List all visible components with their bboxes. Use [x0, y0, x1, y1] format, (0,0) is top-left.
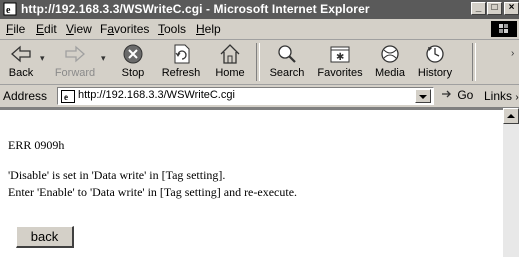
toolbar-separator-end	[472, 43, 476, 81]
refresh-button[interactable]: Refresh	[156, 40, 206, 84]
stop-label: Stop	[121, 67, 145, 79]
svg-text:e: e	[64, 92, 68, 102]
back-button[interactable]: Back	[2, 40, 40, 84]
minimize-button[interactable]: _	[471, 2, 486, 15]
standard-toolbar: Back ▾ Forward ▾ Stop Refresh Home Searc…	[0, 40, 519, 85]
address-label: Address	[3, 89, 48, 103]
forward-arrow-icon	[65, 45, 85, 63]
address-bar: Address e http://192.168.3.3/WSWriteC.cg…	[0, 85, 519, 108]
go-label: Go	[457, 88, 474, 102]
back-label: Back	[8, 67, 34, 79]
menu-favorites[interactable]: Favorites	[100, 22, 149, 36]
media-button[interactable]: Media	[370, 40, 410, 84]
search-icon	[278, 45, 296, 63]
address-input[interactable]: e http://192.168.3.3/WSWriteC.cgi	[57, 87, 434, 105]
search-button[interactable]: Search	[262, 40, 312, 84]
refresh-icon	[174, 44, 190, 64]
back-arrow-icon	[11, 45, 31, 63]
menu-file[interactable]: File	[6, 22, 25, 36]
address-url: http://192.168.3.3/WSWriteC.cgi	[78, 89, 235, 101]
favorites-button[interactable]: ✱ Favorites	[312, 40, 368, 84]
page-content: ERR 0909h 'Disable' is set in 'Data writ…	[0, 108, 503, 257]
forward-dropdown-icon[interactable]: ▾	[101, 53, 106, 64]
svg-text:✱: ✱	[336, 52, 344, 63]
history-label: History	[417, 67, 453, 79]
menu-edit[interactable]: Edit	[36, 22, 57, 36]
windows-flag-icon	[491, 21, 517, 37]
toolbar-separator	[256, 43, 260, 81]
back-page-button[interactable]: back	[16, 226, 74, 248]
error-message-line-2: Enter 'Enable' to 'Data write' in [Tag s…	[8, 185, 298, 199]
go-arrow-icon	[442, 90, 451, 98]
home-label: Home	[215, 67, 245, 79]
error-code: ERR 0909h	[8, 138, 65, 152]
history-clock-icon	[426, 45, 444, 63]
maximize-button[interactable]: □	[487, 2, 502, 15]
favorites-label: Favorites	[317, 67, 363, 79]
menu-bar: File Edit View Favorites Tools Help	[0, 19, 519, 40]
home-icon	[220, 44, 240, 64]
browser-window: e http://192.168.3.3/WSWriteC.cgi - Micr…	[0, 0, 519, 257]
stop-button[interactable]: Stop	[112, 40, 154, 84]
window-title: http://192.168.3.3/WSWriteC.cgi - Micros…	[21, 2, 370, 16]
address-dropdown-button[interactable]	[415, 89, 431, 103]
refresh-label: Refresh	[161, 67, 201, 79]
chevron-down-icon	[419, 95, 427, 99]
chevron-up-icon	[507, 114, 515, 118]
menu-tools[interactable]: Tools	[158, 22, 186, 36]
menu-help[interactable]: Help	[196, 22, 221, 36]
ie-page-icon: e	[3, 2, 17, 16]
toolbar-chevron-icon[interactable]: ›	[511, 48, 514, 59]
search-label: Search	[269, 67, 305, 79]
history-button[interactable]: History	[412, 40, 458, 84]
media-label: Media	[375, 67, 405, 79]
go-button[interactable]: Go	[440, 88, 473, 102]
close-button[interactable]: ×	[504, 2, 519, 15]
scroll-up-button[interactable]	[503, 108, 519, 124]
forward-button[interactable]: Forward	[50, 40, 100, 84]
forward-label: Forward	[54, 67, 96, 79]
error-message-line-1: 'Disable' is set in 'Data write' in [Tag…	[8, 168, 226, 182]
menu-view[interactable]: View	[66, 22, 92, 36]
media-icon	[381, 45, 399, 63]
home-button[interactable]: Home	[208, 40, 252, 84]
svg-text:e: e	[6, 5, 11, 16]
title-bar: e http://192.168.3.3/WSWriteC.cgi - Micr…	[0, 0, 519, 19]
page-icon: e	[61, 90, 75, 103]
links-button[interactable]: Links ›	[484, 89, 519, 103]
stop-icon	[123, 44, 143, 64]
vertical-scrollbar[interactable]	[503, 108, 519, 257]
back-dropdown-icon[interactable]: ▾	[40, 53, 45, 64]
favorites-star-icon: ✱	[330, 46, 350, 63]
